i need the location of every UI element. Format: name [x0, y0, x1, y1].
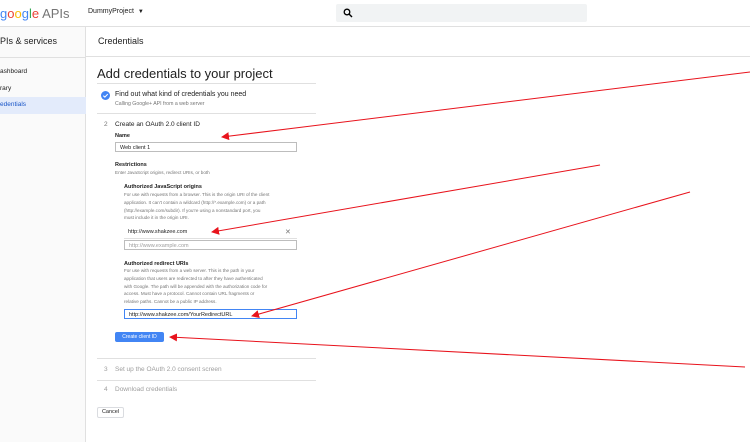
- sidebar-item-credentials[interactable]: edentials: [0, 97, 86, 114]
- arrow-to-name-field: [221, 71, 750, 141]
- restrictions-help: Enter JavaScript origins, redirect URIs,…: [115, 170, 210, 175]
- sidebar-item-dashboard[interactable]: ashboard: [0, 64, 86, 81]
- create-client-id-button[interactable]: Create client ID: [115, 332, 164, 342]
- step-divider: [97, 380, 316, 381]
- redirect-uris-help: For use with requests from a web server.…: [124, 268, 268, 305]
- origin-divider: [124, 238, 297, 239]
- js-origin-input[interactable]: http://www.example.com: [124, 240, 297, 250]
- sidebar-item-library[interactable]: rary: [0, 81, 86, 98]
- chevron-down-icon: ▼: [137, 9, 144, 15]
- sidebar-item-label: edentials: [0, 101, 27, 108]
- page-title: Add credentials to your project: [97, 66, 273, 81]
- page-header: Credentials: [86, 27, 750, 57]
- step2-number: 2: [104, 121, 108, 128]
- check-circle-icon: [101, 91, 110, 100]
- cancel-button[interactable]: Cancel: [97, 407, 124, 418]
- step1-title[interactable]: Find out what kind of credentials you ne…: [115, 91, 246, 98]
- redirect-uri-input[interactable]: http://www.shakzee.com/YourRedirectURL: [124, 309, 297, 319]
- sidebar-item-label: ashboard: [0, 68, 28, 75]
- js-origins-help: For use with requests from a browser. Th…: [124, 192, 270, 221]
- project-name: DummyProject: [88, 8, 134, 15]
- step-divider: [97, 113, 316, 114]
- title-divider: [97, 83, 316, 84]
- google-apis-logo[interactable]: google APIs: [0, 6, 70, 21]
- search-icon: [343, 8, 353, 18]
- step4-number: 4: [104, 386, 108, 393]
- restrictions-label: Restrictions: [115, 162, 147, 168]
- step4-title[interactable]: Download credentials: [115, 386, 177, 393]
- name-label: Name: [115, 133, 130, 139]
- close-icon[interactable]: ✕: [285, 228, 291, 236]
- search-input[interactable]: [336, 4, 587, 22]
- sidebar: PIs & services ashboard rary edentials: [0, 27, 86, 442]
- sidebar-divider: [0, 57, 86, 58]
- step3-title[interactable]: Set up the OAuth 2.0 consent screen: [115, 366, 222, 373]
- step2-title: Create an OAuth 2.0 client ID: [115, 121, 200, 128]
- step-divider: [97, 358, 316, 359]
- sidebar-item-label: rary: [0, 85, 12, 92]
- js-origin-entry[interactable]: http://www.shakzee.com: [128, 229, 187, 235]
- apis-label: APIs: [42, 6, 70, 21]
- header-title: Credentials: [98, 36, 144, 46]
- name-field[interactable]: Web client 1: [115, 142, 297, 152]
- top-bar: google APIs DummyProject ▼: [0, 0, 750, 27]
- arrow-to-create-button: [169, 333, 746, 368]
- project-selector[interactable]: DummyProject ▼: [88, 8, 144, 15]
- arrow-to-redirect-uri: [251, 191, 691, 318]
- sidebar-title: PIs & services: [0, 36, 58, 46]
- step3-number: 3: [104, 366, 108, 373]
- js-origins-label: Authorized JavaScript origins: [124, 184, 202, 190]
- step1-subtitle: Calling Google+ API from a web server: [115, 101, 205, 107]
